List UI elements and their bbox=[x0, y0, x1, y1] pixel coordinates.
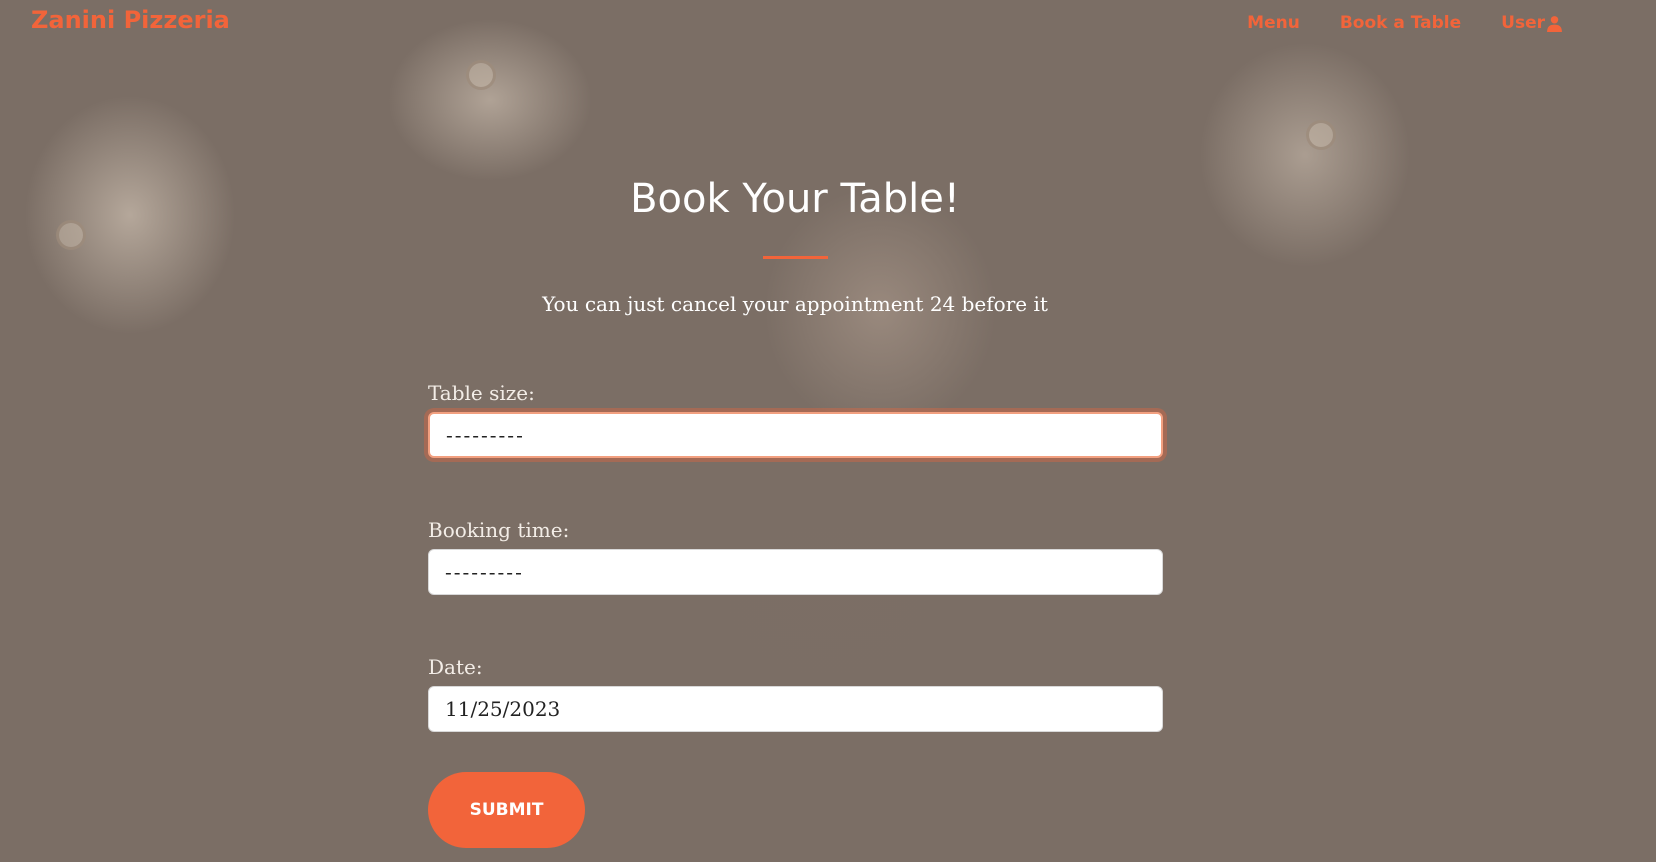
table-size-label: Table size: bbox=[428, 381, 535, 405]
table-size-field: Table size: --------- bbox=[428, 381, 1163, 458]
date-label: Date: bbox=[428, 655, 483, 679]
booking-time-value: --------- bbox=[445, 560, 524, 584]
nav-link-book-a-table-label: Book a Table bbox=[1339, 13, 1462, 33]
user-icon bbox=[1546, 15, 1563, 32]
garlic-bulb-decoration bbox=[466, 60, 496, 90]
garlic-bulb-decoration bbox=[56, 220, 86, 250]
submit-button[interactable]: SUBMIT bbox=[428, 772, 585, 848]
nav-link-user[interactable]: User bbox=[1501, 13, 1563, 33]
title-divider bbox=[763, 256, 828, 259]
table-size-value: --------- bbox=[446, 423, 525, 447]
table-size-select[interactable]: --------- bbox=[428, 412, 1163, 458]
nav-link-book-a-table[interactable]: Book a Table bbox=[1340, 13, 1461, 33]
booking-time-label: Booking time: bbox=[428, 518, 570, 542]
date-field: Date: 11/25/2023 bbox=[428, 655, 1163, 732]
date-value: 11/25/2023 bbox=[445, 697, 561, 721]
garlic-bulb-decoration bbox=[1306, 120, 1336, 150]
booking-time-select[interactable]: --------- bbox=[428, 549, 1163, 595]
brand-logo[interactable]: Zanini Pizzeria bbox=[31, 6, 230, 34]
nav-links: Menu Book a Table User bbox=[1247, 13, 1563, 33]
date-input[interactable]: 11/25/2023 bbox=[428, 686, 1163, 732]
nav-link-user-label: User bbox=[1501, 13, 1545, 33]
navbar: Zanini Pizzeria Menu Book a Table User bbox=[0, 0, 1656, 48]
page-title: Book Your Table! bbox=[630, 176, 960, 222]
nav-link-menu-label: Menu bbox=[1247, 13, 1300, 33]
nav-link-menu[interactable]: Menu bbox=[1247, 13, 1300, 33]
booking-time-field: Booking time: --------- bbox=[428, 518, 1163, 595]
page-subtitle: You can just cancel your appointment 24 … bbox=[542, 292, 1048, 316]
